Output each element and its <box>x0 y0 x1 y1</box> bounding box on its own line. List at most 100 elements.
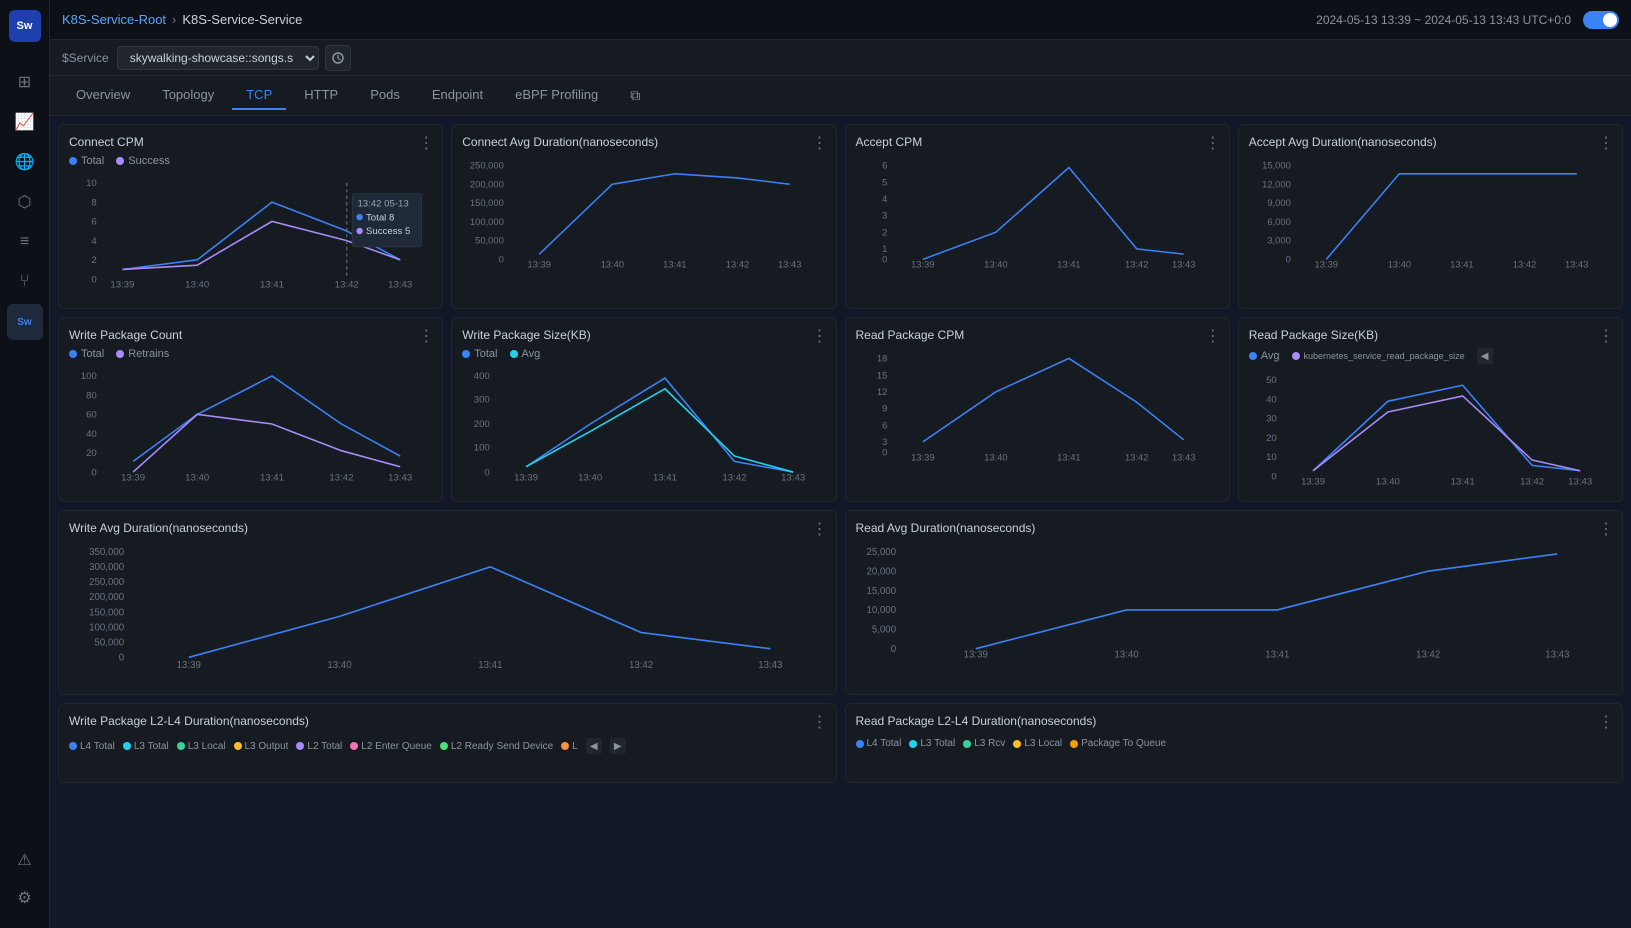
chart-read-pkg-size-title: Read Package Size(KB) <box>1249 328 1612 342</box>
svg-text:13:40: 13:40 <box>1387 259 1410 270</box>
svg-text:13:41: 13:41 <box>478 660 502 671</box>
legend-success-label: Success <box>128 155 170 167</box>
chart-read-pkg-size-menu[interactable]: ⋮ <box>1598 326 1614 346</box>
svg-text:20: 20 <box>86 448 97 459</box>
chart-write-pkg-size: Write Package Size(KB) ⋮ Total Avg 400 <box>451 317 836 502</box>
legend-l3-rcv-r: L3 Rcv <box>963 738 1005 749</box>
sidebar-item-settings[interactable]: ⚙ <box>7 880 43 916</box>
sidebar-item-chart[interactable]: 📈 <box>7 104 43 140</box>
legend-l2-total-w-label: L2 Total <box>307 741 342 752</box>
chart-connect-cpm-menu[interactable]: ⋮ <box>418 133 434 153</box>
tab-http[interactable]: HTTP <box>290 81 352 110</box>
svg-text:13:41: 13:41 <box>1057 452 1080 463</box>
svg-text:13:42: 13:42 <box>723 473 747 484</box>
chart-write-avg-menu[interactable]: ⋮ <box>812 519 828 539</box>
svg-text:13:39: 13:39 <box>1301 477 1325 488</box>
svg-text:13:39: 13:39 <box>528 259 551 270</box>
svg-text:13:40: 13:40 <box>1114 649 1139 660</box>
chart-connect-avg-duration: Connect Avg Duration(nanoseconds) ⋮ 250,… <box>451 124 836 309</box>
svg-text:13:43: 13:43 <box>388 280 412 291</box>
legend-l3-total-w-dot <box>123 742 131 750</box>
legend-scroll-left-w[interactable]: ◀ <box>586 738 602 754</box>
chart-read-pkg-size-svg: 50 40 30 20 10 0 13:39 13:40 13:41 13:42… <box>1249 368 1612 488</box>
svg-text:13:43: 13:43 <box>778 259 801 270</box>
legend-l4-total-w-dot <box>69 742 77 750</box>
service-icon-button[interactable] <box>325 45 351 71</box>
sidebar: Sw ⊞ 📈 🌐 ⬡ ≡ ⑂ Sw ⚠ ⚙ <box>0 0 50 928</box>
chart-write-l2l4-menu[interactable]: ⋮ <box>812 712 828 732</box>
chart-write-l2l4-legend: L4 Total L3 Total L3 Local L3 Output L2 … <box>69 734 826 758</box>
sidebar-item-topology[interactable]: ⬡ <box>7 184 43 220</box>
legend-k8s-read-dot <box>1292 352 1300 360</box>
datetime-range: 2024-05-13 13:39 ~ 2024-05-13 13:43 UTC+… <box>1316 13 1571 27</box>
tab-topology[interactable]: Topology <box>148 81 228 110</box>
sidebar-item-sw[interactable]: Sw <box>7 304 43 340</box>
sidebar-item-branch[interactable]: ⑂ <box>7 264 43 300</box>
chart-connect-avg-menu[interactable]: ⋮ <box>812 133 828 153</box>
chart-read-pkg-cpm-svg: 18 15 12 9 6 3 0 13:39 13:40 13:41 13:42… <box>856 348 1219 468</box>
chart-read-l2l4: Read Package L2-L4 Duration(nanoseconds)… <box>845 703 1624 783</box>
svg-text:13:41: 13:41 <box>653 473 677 484</box>
svg-text:20,000: 20,000 <box>866 566 896 577</box>
chart-write-l2l4: Write Package L2-L4 Duration(nanoseconds… <box>58 703 837 783</box>
sidebar-item-globe[interactable]: 🌐 <box>7 144 43 180</box>
legend-l3-total-w: L3 Total <box>123 738 169 754</box>
svg-text:13:40: 13:40 <box>601 259 624 270</box>
svg-text:13:42: 13:42 <box>726 259 749 270</box>
tab-overview[interactable]: Overview <box>62 81 144 110</box>
svg-text:13:39: 13:39 <box>177 660 201 671</box>
legend-total2-dot <box>69 350 77 358</box>
legend-avg: Avg <box>510 348 541 360</box>
legend-scroll-right[interactable]: ◀ <box>1477 348 1493 364</box>
legend-l-w-label: L <box>572 741 578 752</box>
tab-copy-icon[interactable]: ⧉ <box>624 85 646 107</box>
chart-accept-cpm-menu[interactable]: ⋮ <box>1205 133 1221 153</box>
svg-text:6: 6 <box>882 160 887 171</box>
chart-write-l2l4-title: Write Package L2-L4 Duration(nanoseconds… <box>69 714 826 728</box>
chart-write-pkg-size-menu[interactable]: ⋮ <box>812 326 828 346</box>
sidebar-item-alerts[interactable]: ⚠ <box>7 842 43 878</box>
svg-text:3,000: 3,000 <box>1267 235 1290 246</box>
svg-text:13:41: 13:41 <box>1057 259 1080 270</box>
tab-tcp[interactable]: TCP <box>232 81 286 110</box>
legend-l4-total-r-dot <box>856 740 864 748</box>
legend-l3-output-w: L3 Output <box>234 738 289 754</box>
service-select[interactable]: skywalking-showcase::songs.s <box>117 46 319 70</box>
chart-accept-avg-menu[interactable]: ⋮ <box>1598 133 1614 153</box>
chart-read-pkg-cpm-menu[interactable]: ⋮ <box>1205 326 1221 346</box>
legend-k8s-read-label: kubernetes_service_read_package_size <box>1304 351 1465 361</box>
svg-text:100: 100 <box>81 371 97 382</box>
svg-text:50,000: 50,000 <box>95 637 125 648</box>
chart-read-l2l4-menu[interactable]: ⋮ <box>1598 712 1614 732</box>
tab-ebpf[interactable]: eBPF Profiling <box>501 81 612 110</box>
legend-l2-ready-send-w-label: L2 Ready Send Device <box>451 741 553 752</box>
legend-scroll-right-w[interactable]: ▶ <box>610 738 626 754</box>
chart-read-l2l4-legend: L4 Total L3 Total L3 Rcv L3 Local Packag… <box>856 734 1613 753</box>
tab-endpoint[interactable]: Endpoint <box>418 81 497 110</box>
chart-read-avg-menu[interactable]: ⋮ <box>1598 519 1614 539</box>
svg-text:100,000: 100,000 <box>89 622 125 633</box>
svg-text:15,000: 15,000 <box>866 586 896 597</box>
legend-l2-enter-queue-w-dot <box>350 742 358 750</box>
chart-write-pkg-size-legend: Total Avg <box>462 348 825 360</box>
svg-text:13:40: 13:40 <box>984 452 1007 463</box>
legend-total3: Total <box>462 348 497 360</box>
breadcrumb-root[interactable]: K8S-Service-Root <box>62 12 166 27</box>
chart-connect-cpm: Connect CPM ⋮ Total Success <box>58 124 443 309</box>
auto-refresh-toggle[interactable] <box>1583 11 1619 29</box>
charts-container: Connect CPM ⋮ Total Success <box>50 116 1631 791</box>
sidebar-item-list[interactable]: ≡ <box>7 224 43 260</box>
chart-read-l2l4-title: Read Package L2-L4 Duration(nanoseconds) <box>856 714 1613 728</box>
svg-text:13:40: 13:40 <box>1376 477 1400 488</box>
legend-success: Success <box>116 155 170 167</box>
chart-write-pkg-count-menu[interactable]: ⋮ <box>418 326 434 346</box>
sidebar-item-home[interactable]: ⊞ <box>7 64 43 100</box>
legend-l3-total-r-dot <box>909 740 917 748</box>
legend-l2-enter-queue-w-label: L2 Enter Queue <box>361 741 432 752</box>
svg-text:13:42: 13:42 <box>629 660 653 671</box>
tab-pods[interactable]: Pods <box>356 81 414 110</box>
legend-l3-rcv-r-label: L3 Rcv <box>974 738 1005 749</box>
chart-connect-cpm-legend: Total Success <box>69 155 432 167</box>
svg-text:13:41: 13:41 <box>1450 259 1473 270</box>
tabs-bar: Overview Topology TCP HTTP Pods Endpoint… <box>50 76 1631 116</box>
